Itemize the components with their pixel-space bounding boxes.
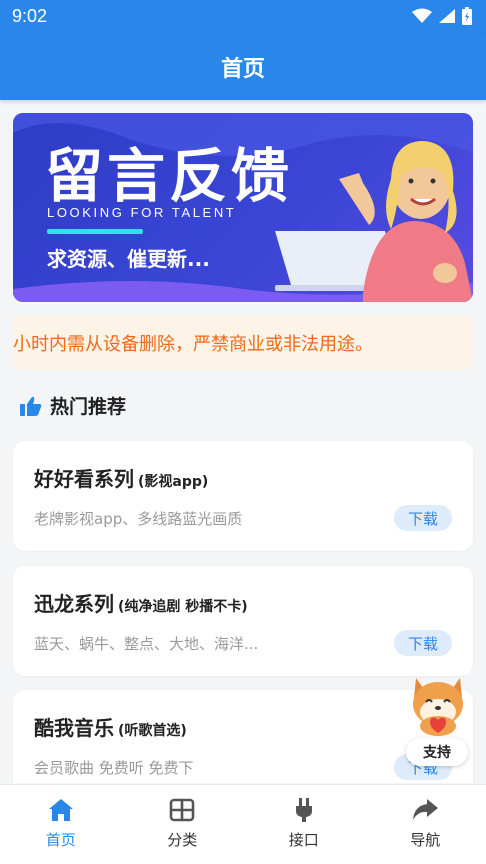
- app-card-title: 酷我音乐 (听歌首选): [34, 712, 187, 741]
- nav-item-navigation[interactable]: 导航: [365, 785, 486, 864]
- download-button[interactable]: 下载: [394, 630, 452, 656]
- home-icon: [48, 799, 73, 821]
- support-float-button[interactable]: 支持: [402, 668, 474, 772]
- app-card-title: 迅龙系列 (纯净追剧 秒播不卡): [34, 588, 248, 617]
- nav-label-navigation: 导航: [410, 831, 441, 849]
- grid-icon: [169, 798, 195, 822]
- app-card[interactable]: 好好看系列 (影视app) 老牌影视app、多线路蓝光画质 下载: [13, 441, 473, 551]
- nav-item-category[interactable]: 分类: [122, 785, 244, 864]
- banner-accent-bar: [47, 229, 143, 234]
- app-description: 会员歌曲 免费听 免费下: [34, 759, 194, 777]
- signal-icon: [439, 9, 455, 23]
- nav-label-category: 分类: [167, 831, 198, 849]
- battery-icon: [462, 7, 472, 25]
- app-tag: (听歌首选): [118, 723, 187, 739]
- nav-item-interface[interactable]: 接口: [243, 785, 365, 864]
- app-card-title: 好好看系列 (影视app): [34, 463, 208, 492]
- nav-label-interface: 接口: [288, 831, 319, 849]
- banner-subtitle: LOOKING FOR TALENT: [47, 205, 237, 220]
- app-name: 好好看系列: [34, 467, 134, 491]
- download-button[interactable]: 下载: [394, 505, 452, 531]
- plug-icon: [295, 798, 312, 822]
- app-card[interactable]: 迅龙系列 (纯净追剧 秒播不卡) 蓝天、蜗牛、整点、大地、海洋... 下载: [13, 566, 473, 676]
- status-bar: 9:02: [0, 0, 486, 34]
- shiba-dog-icon: [413, 678, 463, 736]
- app-name: 迅龙系列: [34, 592, 114, 616]
- app-tag: (纯净追剧 秒播不卡): [118, 599, 248, 615]
- support-label: 支持: [406, 738, 468, 766]
- app-tag: (影视app): [138, 474, 209, 490]
- nav-item-home[interactable]: 首页: [0, 785, 122, 864]
- section-header: 热门推荐: [20, 392, 126, 419]
- page-title: 首页: [220, 57, 265, 82]
- section-title: 热门推荐: [50, 396, 127, 418]
- notice-text: 小时内需从设备删除，严禁商业或非法用途。: [13, 334, 373, 355]
- bottom-navigation: 首页 分类 接口 导航: [0, 784, 486, 864]
- banner-title: 留言反馈: [45, 142, 294, 210]
- app-description: 蓝天、蜗牛、整点、大地、海洋...: [34, 635, 259, 653]
- app-name: 酷我音乐: [34, 716, 114, 740]
- nav-label-home: 首页: [45, 831, 76, 849]
- notice-marquee: 小时内需从设备删除，严禁商业或非法用途。: [13, 316, 473, 370]
- thumbs-up-icon: [20, 396, 42, 416]
- banner-description: 求资源、催更新...: [47, 247, 210, 271]
- feedback-banner[interactable]: 留言反馈 LOOKING FOR TALENT 求资源、催更新...: [13, 113, 473, 302]
- status-time: 9:02: [12, 6, 48, 26]
- wifi-icon: [412, 8, 432, 23]
- app-description: 老牌影视app、多线路蓝光画质: [34, 510, 243, 528]
- status-icons: [412, 7, 472, 25]
- share-arrow-icon: [413, 799, 439, 820]
- app-bar: 首页: [0, 34, 486, 100]
